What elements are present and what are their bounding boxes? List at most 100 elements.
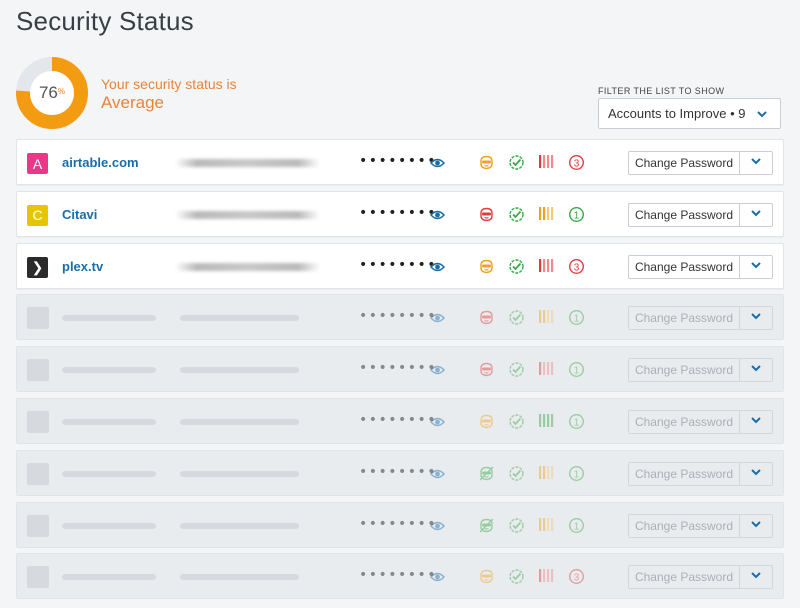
strength-bars-icon [539,155,555,168]
eye-icon[interactable] [429,311,446,323]
placeholder-username [180,315,299,322]
circled-count-icon: 1 [568,309,585,326]
change-password-button[interactable]: Change Password [628,461,740,486]
change-password-dropdown[interactable] [739,461,773,486]
check-badge-icon [508,309,525,326]
strength-bars-icon [539,517,555,531]
check-badge-icon [508,465,525,482]
score-value: 76 [38,83,58,102]
change-password-dropdown[interactable] [739,151,773,175]
svg-text:3: 3 [574,158,580,169]
check-badge-icon [508,517,525,534]
check-badge-icon [508,154,525,171]
password-masked: •••••••• [359,153,438,169]
mask-icon [478,517,495,534]
eye-icon[interactable] [429,363,446,375]
placeholder-logo [27,514,49,537]
change-password-dropdown[interactable] [739,358,773,383]
eye-icon[interactable] [429,467,446,479]
mask-icon [478,154,495,171]
password-masked: •••••••• [359,308,438,325]
placeholder-username [180,419,299,425]
strength-bars-icon [539,569,555,583]
circled-count-icon: 3 [568,568,585,585]
change-password-button[interactable]: Change Password [628,254,740,279]
change-password-button[interactable]: Change Password [628,565,740,590]
svg-text:1: 1 [574,210,580,221]
circled-count-icon: 1 [568,361,585,378]
eye-icon[interactable] [429,208,446,220]
account-row[interactable]: •••••••• 3 Change Password [16,553,784,600]
mask-icon [478,568,495,585]
placeholder-username [180,470,299,477]
circled-count-icon: 1 [568,413,585,430]
placeholder-name [62,522,156,529]
site-name-link[interactable]: plex.tv [62,259,103,274]
change-password-button[interactable]: Change Password [628,358,740,383]
check-badge-icon [508,413,525,430]
eye-icon[interactable] [429,519,446,531]
password-masked: •••••••• [359,515,438,532]
filter-selected-value: Accounts to Improve • 9 [608,106,746,121]
eye-icon[interactable] [429,260,446,272]
circled-count-icon: 1 [568,517,585,534]
eye-icon[interactable] [429,156,446,168]
change-password-dropdown[interactable] [739,410,773,434]
account-row[interactable]: •••••••• 1 Change Password [16,346,784,393]
placeholder-logo [27,462,49,485]
placeholder-logo [27,307,49,330]
check-badge-icon [508,361,525,378]
status-rating: Average [101,93,165,112]
svg-text:1: 1 [574,417,580,428]
status-caption: Your security status is [101,76,237,92]
username-blurred [175,159,320,167]
placeholder-username [180,522,299,529]
svg-text:3: 3 [574,573,580,584]
svg-text:1: 1 [574,469,580,480]
chevron-down-icon [750,361,762,379]
chevron-down-icon [750,258,762,276]
filter-label: FILTER THE LIST TO SHOW [598,86,725,96]
change-password-dropdown[interactable] [739,254,773,279]
circled-count-icon: 1 [568,206,585,223]
chevron-down-icon [750,568,762,586]
check-badge-icon [508,206,525,223]
account-row[interactable]: •••••••• 1 Change Password [16,449,784,496]
strength-bars-icon [539,465,555,479]
change-password-button[interactable]: Change Password [628,410,740,434]
change-password-button[interactable]: Change Password [628,306,740,331]
account-row[interactable]: Aairtable.com •••••••• 3 Change Password [16,139,784,185]
mask-icon [478,258,495,275]
chevron-down-icon [750,206,762,224]
password-masked: •••••••• [359,463,438,480]
account-row[interactable]: •••••••• 1 Change Password [16,294,784,341]
svg-text:1: 1 [574,314,580,325]
chevron-down-icon [750,465,762,483]
svg-text:3: 3 [574,262,580,273]
chevron-down-icon [750,517,762,535]
mask-icon [478,206,495,223]
placeholder-name [62,315,156,322]
change-password-button[interactable]: Change Password [628,513,740,538]
account-row[interactable]: •••••••• 1 Change Password [16,398,784,444]
placeholder-name [62,574,156,581]
change-password-dropdown[interactable] [739,202,773,227]
eye-icon[interactable] [429,415,446,427]
security-score: 76% [16,57,88,129]
change-password-button[interactable]: Change Password [628,202,740,227]
page-title: Security Status [16,6,194,36]
change-password-button[interactable]: Change Password [628,151,740,175]
account-row[interactable]: ❯ plex.tv •••••••• 3 Change Password [16,242,784,289]
filter-select[interactable]: Accounts to Improve • 9 [598,98,781,129]
site-name-link[interactable]: airtable.com [62,155,139,170]
change-password-dropdown[interactable] [739,306,773,331]
eye-icon[interactable] [429,570,446,582]
change-password-dropdown[interactable] [739,513,773,538]
svg-text:1: 1 [574,365,580,376]
password-masked: •••••••• [359,256,438,273]
account-row[interactable]: C Citavi •••••••• 1 Change Password [16,190,784,237]
change-password-dropdown[interactable] [739,565,773,590]
site-name-link[interactable]: Citavi [62,207,97,222]
strength-bars-icon [539,310,555,324]
account-row[interactable]: •••••••• 1 Change Password [16,501,784,548]
